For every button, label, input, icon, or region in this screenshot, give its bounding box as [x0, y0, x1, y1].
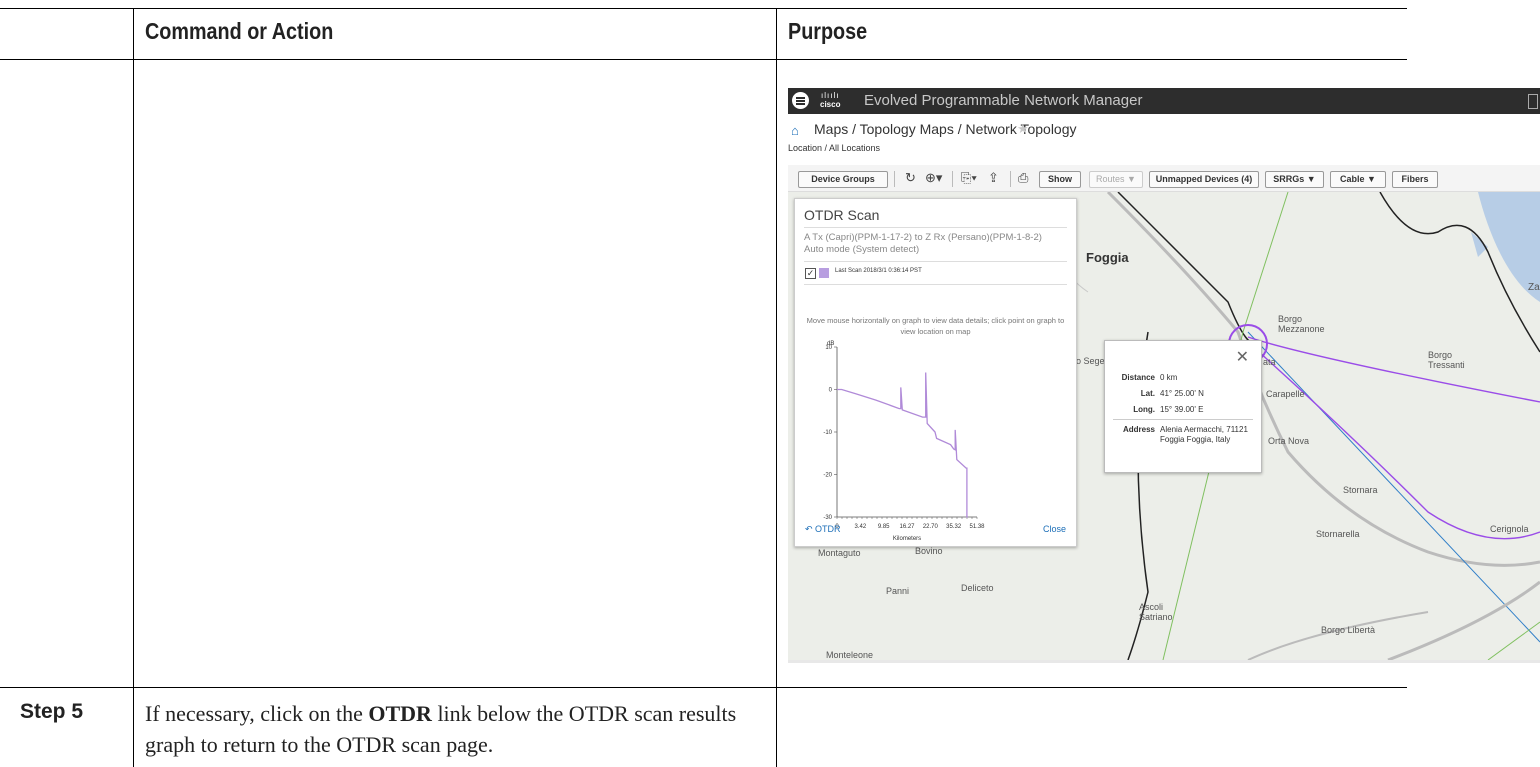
otdr-panel-title: OTDR Scan [804, 207, 880, 223]
latitude-label: Lat. [1140, 389, 1155, 398]
toolbar-divider [894, 171, 895, 187]
epnm-screenshot: ılıılı cisco Evolved Programmable Network… [788, 88, 1540, 660]
last-scan-color-swatch [819, 268, 829, 278]
step-text: If necessary, click on the OTDR link bel… [145, 701, 737, 757]
app-titlebar: ılıılı cisco Evolved Programmable Network… [788, 88, 1540, 114]
otdr-back-link[interactable]: ↶ OTDR [805, 524, 841, 535]
column-header-purpose: Purpose [788, 18, 868, 44]
zoom-icon[interactable]: ⊕▾ [925, 170, 942, 186]
routes-button[interactable]: Routes ▼ [1089, 171, 1143, 188]
graph-hint: Move mouse horizontally on graph to view… [806, 316, 1065, 336]
cisco-logo: ılıılı cisco [820, 91, 841, 109]
x-tick-label: 3.42 [854, 524, 866, 530]
map-label-deliceto: Deliceto [961, 583, 994, 593]
distance-value: 0 km [1160, 373, 1178, 382]
x-tick-label: 35.32 [946, 524, 962, 530]
column-divider-2 [776, 8, 777, 767]
otdr-emphasis: OTDR [368, 701, 432, 726]
otdr-trace-chart[interactable]: dB100-10-20-300 3.42 9.85 16.27 22.70 35.32 51… [813, 339, 1043, 549]
map-label-cerignola: Cerignola [1490, 524, 1529, 534]
menu-icon[interactable] [792, 92, 809, 109]
map-label-ata: ata [1263, 357, 1276, 367]
address-value: Alenia Aermacchi, 71121 Foggia Foggia, I… [1160, 425, 1248, 444]
home-icon[interactable]: ⌂ [791, 123, 799, 138]
otdr-mode: Auto mode (System detect) [804, 244, 920, 255]
refresh-icon[interactable]: ↻ [905, 170, 916, 186]
window-icon[interactable] [1528, 94, 1538, 109]
map-label-foggia: Foggia [1086, 250, 1129, 265]
map-label-zap: Zap [1528, 282, 1540, 293]
location-path[interactable]: Location / All Locations [788, 143, 880, 153]
map-label-panni: Panni [886, 586, 910, 596]
toolbar-divider [1010, 171, 1011, 187]
row-rule [0, 687, 1407, 688]
latitude-value: 41° 25.00' N [1160, 389, 1204, 398]
print-icon[interactable]: ⎙ [1018, 170, 1028, 186]
divider [1113, 419, 1253, 420]
column-divider-1 [133, 8, 134, 767]
x-axis-label: Kilometers [893, 536, 921, 542]
map-label-stornarella: Stornarella [1316, 529, 1360, 539]
map-label-orta-nova: Orta Nova [1268, 436, 1310, 446]
app-title: Evolved Programmable Network Manager [864, 92, 1143, 109]
map-label-sege: o Sege [1076, 356, 1105, 366]
breadcrumb[interactable]: Maps / Topology Maps / Network Topology [814, 121, 1077, 137]
column-header-command: Command or Action [145, 18, 334, 44]
toolbar-divider [952, 171, 953, 187]
srrgs-button[interactable]: SRRGs ▼ [1265, 171, 1324, 188]
map-label-ascoli-satriano: Ascoli Satriano [1139, 602, 1173, 622]
last-scan-label: Last Scan 2018/3/1 0:36:14 PST [835, 268, 922, 274]
cable-button[interactable]: Cable ▼ [1330, 171, 1386, 188]
close-link[interactable]: Close [1043, 524, 1066, 534]
map-label-monteleone: Monteleone [826, 650, 874, 660]
distance-label: Distance [1121, 373, 1155, 382]
otdr-link-endpoints: A Tx (Capri)(PPM-1-17-2) to Z Rx (Persan… [804, 232, 1042, 243]
favorite-star-icon[interactable]: ★ [1017, 121, 1029, 137]
layout-icon[interactable]: ⎘▾ [961, 170, 977, 186]
last-scan-checkbox[interactable]: ✓ [805, 268, 816, 279]
screenshot-bottom-shadow [788, 660, 1540, 663]
map-label-stornara: Stornara [1343, 485, 1378, 495]
x-tick-label: 9.85 [878, 524, 890, 530]
show-button[interactable]: Show [1039, 171, 1081, 188]
map-label-borgo-liberta: Borgo Libertà [1321, 625, 1376, 635]
longitude-label: Long. [1133, 405, 1155, 414]
longitude-value: 15° 39.00' E [1160, 405, 1204, 414]
y-tick-label: 10 [825, 345, 832, 351]
x-tick-label: 51.38 [969, 524, 985, 530]
fibers-button[interactable]: Fibers [1392, 171, 1438, 188]
location-info-popup: ✕ Distance 0 km Lat. 41° 25.00' N Long. … [1104, 340, 1262, 473]
y-tick-label: -20 [823, 473, 832, 479]
map-label-borgo-mezzanone: Borgo Mezzanone [1278, 314, 1325, 334]
close-icon[interactable]: ✕ [1236, 347, 1249, 367]
y-tick-label: -30 [823, 515, 832, 521]
address-label: Address [1122, 425, 1155, 434]
y-tick-label: -10 [823, 430, 832, 436]
divider [804, 284, 1067, 285]
table-top-rule [0, 8, 1407, 9]
divider [804, 227, 1067, 228]
unmapped-devices-button[interactable]: Unmapped Devices (4) [1149, 171, 1259, 188]
header-rule [0, 59, 1407, 60]
map-label-carapelle: Carapelle [1266, 389, 1305, 399]
otdr-scan-panel: OTDR Scan A Tx (Capri)(PPM-1-17-2) to Z … [794, 198, 1077, 547]
otdr-trace-line [837, 372, 968, 518]
map-toolbar: Device Groups ↻ ⊕▾ ⎘▾ ⇪ ⎙ Show Routes ▼ … [788, 165, 1540, 192]
device-groups-button[interactable]: Device Groups [798, 171, 888, 188]
x-tick-label: 16.27 [899, 524, 915, 530]
map-label-montaguto: Montaguto [818, 548, 861, 558]
y-tick-label: 0 [829, 388, 833, 394]
map-label-borgo-tressanti: Borgo Tressanti [1428, 350, 1465, 370]
step-label: Step 5 [20, 700, 84, 723]
divider [804, 261, 1067, 262]
export-icon[interactable]: ⇪ [988, 170, 999, 186]
x-tick-label: 22.70 [923, 524, 939, 530]
